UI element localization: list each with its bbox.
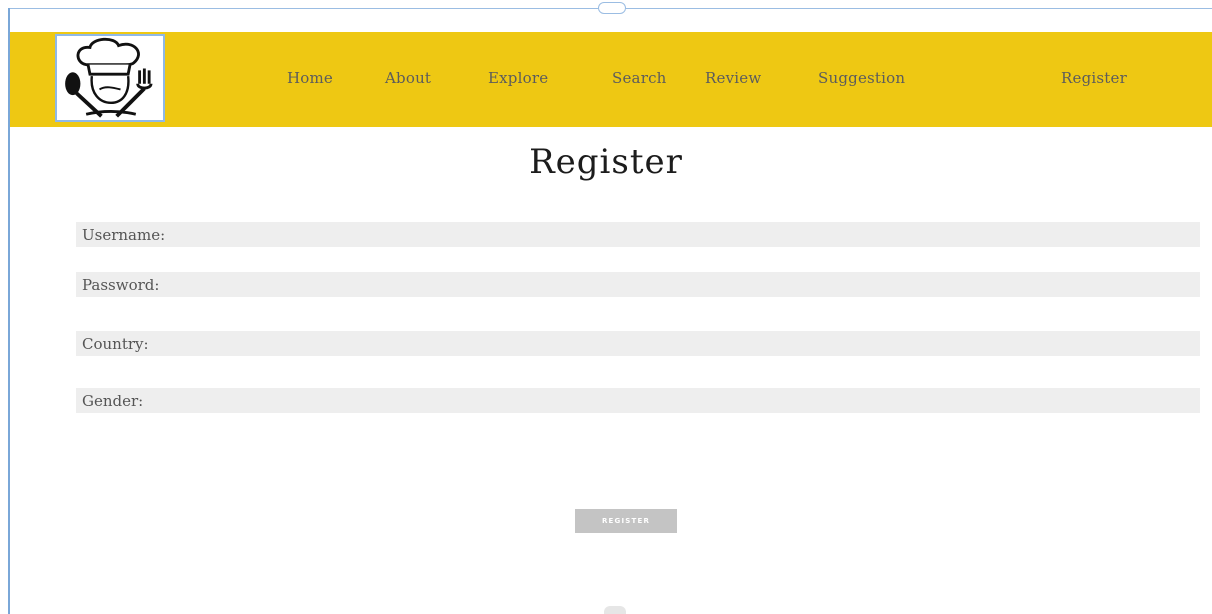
register-button[interactable]: REGISTER [575, 509, 677, 533]
nav-suggestion[interactable]: Suggestion [818, 69, 905, 87]
password-input[interactable] [196, 272, 1200, 297]
password-row: Password: [76, 272, 1200, 297]
country-label: Country: [82, 335, 149, 353]
nav-home[interactable]: Home [287, 69, 333, 87]
nav-search[interactable]: Search [612, 69, 667, 87]
gender-row: Gender: [76, 388, 1200, 413]
gender-input[interactable] [196, 388, 1200, 413]
country-row: Country: [76, 331, 1200, 356]
page-title: Register [529, 142, 683, 182]
nav-about[interactable]: About [385, 69, 431, 87]
username-input[interactable] [196, 222, 1200, 247]
username-label: Username: [82, 226, 166, 244]
password-label: Password: [82, 276, 160, 294]
resize-handle-bottom[interactable] [604, 606, 626, 614]
country-input[interactable] [196, 331, 1200, 356]
nav-register[interactable]: Register [1061, 69, 1127, 87]
resize-handle-top[interactable] [598, 2, 626, 14]
nav-explore[interactable]: Explore [488, 69, 548, 87]
gender-label: Gender: [82, 392, 144, 410]
username-row: Username: [76, 222, 1200, 247]
nav-review[interactable]: Review [705, 69, 761, 87]
site-header: Home About Explore Search Review Suggest… [10, 32, 1212, 127]
chef-logo-icon[interactable] [55, 34, 165, 122]
